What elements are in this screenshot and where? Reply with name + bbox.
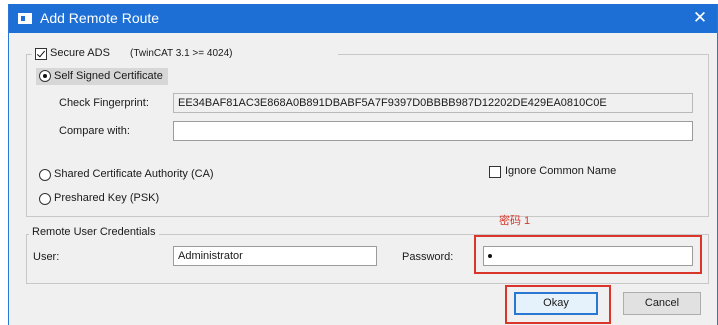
fingerprint-field[interactable]: EE34BAF81AC3E868A0B891DBABF5A7F9397D0BBB…: [173, 93, 693, 113]
secure-ads-version-note: (TwinCAT 3.1 >= 4024): [130, 48, 233, 59]
credentials-legend: Remote User Credentials: [29, 226, 159, 238]
password-annotation: 密码 1: [499, 215, 531, 227]
compare-label: Compare with:: [59, 125, 130, 137]
window-app-icon: [18, 13, 32, 24]
secure-ads-legend: Secure ADS (TwinCAT 3.1 >= 4024): [32, 47, 338, 62]
user-field[interactable]: Administrator: [173, 246, 377, 266]
cancel-button[interactable]: Cancel: [623, 292, 701, 315]
self-signed-label: Self Signed Certificate: [54, 70, 163, 82]
password-label: Password:: [402, 251, 454, 263]
shared-ca-radio[interactable]: [39, 169, 51, 181]
secure-ads-label: Secure ADS: [50, 47, 110, 59]
password-highlight-box: [474, 235, 702, 274]
ignore-cn-checkbox[interactable]: [489, 166, 501, 178]
user-label: User:: [33, 251, 60, 263]
close-icon[interactable]: ✕: [689, 7, 711, 29]
psk-label[interactable]: Preshared Key (PSK): [54, 192, 159, 204]
self-signed-row[interactable]: Self Signed Certificate: [36, 68, 168, 85]
psk-radio[interactable]: [39, 193, 51, 205]
dialog-title: Add Remote Route: [40, 10, 160, 26]
self-signed-radio[interactable]: [39, 70, 51, 82]
ignore-cn-label[interactable]: Ignore Common Name: [505, 165, 616, 177]
fingerprint-label: Check Fingerprint:: [59, 97, 149, 109]
add-remote-route-dialog: Add Remote Route ✕ Secure ADS (TwinCAT 3…: [8, 4, 718, 325]
shared-ca-label[interactable]: Shared Certificate Authority (CA): [54, 168, 214, 180]
compare-field[interactable]: [173, 121, 693, 141]
secure-ads-checkbox[interactable]: [35, 48, 47, 60]
title-bar: Add Remote Route ✕: [9, 4, 717, 33]
okay-button[interactable]: Okay: [514, 292, 598, 315]
